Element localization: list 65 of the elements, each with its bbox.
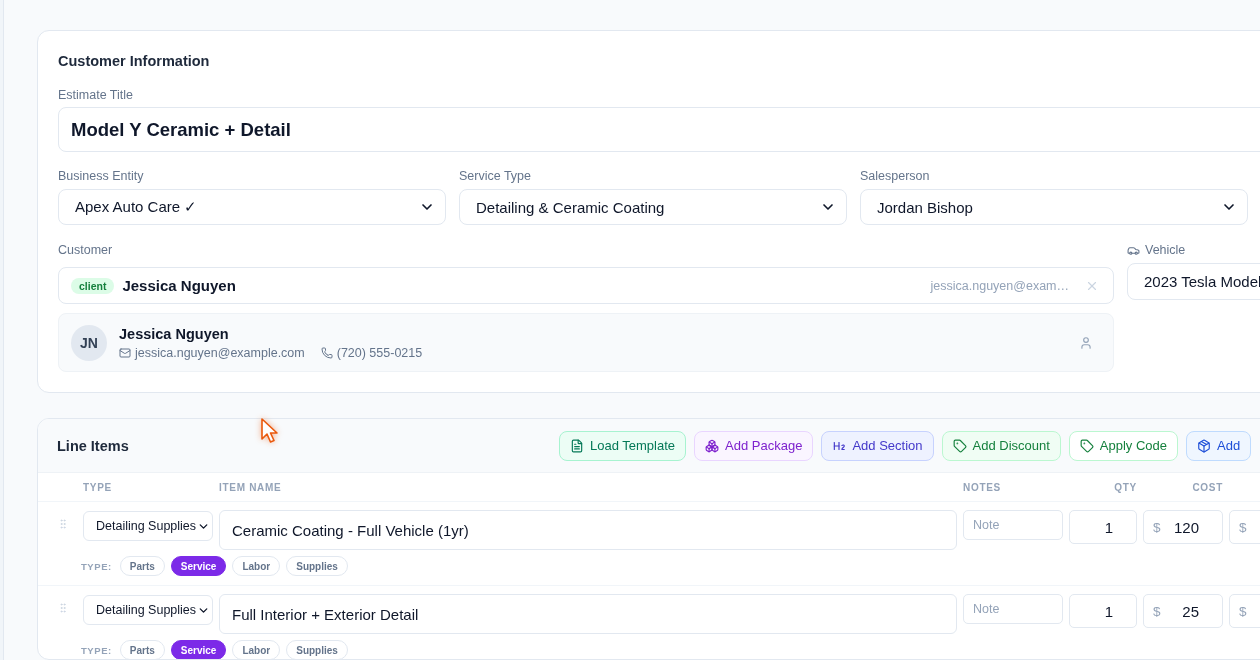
vehicle-field[interactable]: 2023 Tesla Model (1127, 263, 1260, 300)
drag-handle-icon[interactable] (57, 602, 69, 614)
select-value: Jordan Bishop (877, 198, 973, 216)
type-chip[interactable]: Labor (232, 640, 281, 659)
mail-icon (119, 346, 131, 359)
type-chip[interactable]: Parts (119, 556, 165, 576)
select-value: Detailing Supplies (96, 603, 197, 617)
contact-email: jessica.nguyen@example.com (135, 345, 305, 360)
item-name-field[interactable]: Ceramic Coating - Full Vehicle (1yr) (219, 510, 957, 550)
cube-icon (1197, 438, 1212, 453)
customer-email: jessica.nguyen@exam… (930, 278, 1069, 293)
user-icon[interactable] (1079, 335, 1093, 350)
field-label: Vehicle (1145, 243, 1186, 257)
section-title: Customer Information (58, 52, 211, 70)
category-select[interactable]: Detailing Supplies (83, 511, 213, 541)
type-label: TYPE: (81, 644, 112, 656)
type-chip[interactable]: Service (170, 556, 227, 576)
column-header: NOTES (963, 481, 1002, 493)
add-button[interactable]: Add (1186, 430, 1252, 461)
select-value: Detailing & Ceramic Coating (476, 198, 665, 216)
section-title: Line Items (57, 437, 130, 454)
qty-field[interactable]: 1 (1069, 510, 1137, 544)
field-label: Customer (58, 243, 113, 257)
type-chip[interactable]: Supplies (286, 640, 348, 659)
estimate-title-field[interactable]: Model Y Ceramic + Detail (58, 107, 1260, 152)
tag-icon (952, 438, 967, 453)
field-label: Estimate Title (58, 88, 134, 102)
select-value: Apex Auto Care ✓ (75, 198, 198, 216)
column-header: TYPE (83, 481, 113, 493)
column-header: QTY (1113, 481, 1137, 493)
field-label: Business Entity (58, 169, 144, 183)
cost-field[interactable]: $ 25 (1143, 594, 1223, 628)
type-chip[interactable]: Service (170, 640, 227, 659)
column-header: COST (1191, 481, 1223, 493)
select-value: Detailing Supplies (96, 519, 197, 533)
add-package-button[interactable]: Add Package (694, 430, 814, 461)
field-label: Salesperson (860, 169, 930, 183)
add-discount-button[interactable]: Add Discount (941, 430, 1061, 461)
tag-icon (1079, 438, 1094, 453)
item-name-field[interactable]: Full Interior + Exterior Detail (219, 594, 957, 634)
customer-field[interactable]: client Jessica Nguyen jessica.nguyen@exam… (58, 267, 1114, 304)
select-field[interactable]: Jordan Bishop (860, 189, 1248, 225)
column-header: ITEM NAME (219, 481, 283, 493)
type-chip[interactable]: Labor (232, 556, 281, 576)
select-field[interactable]: Apex Auto Care ✓ (58, 189, 446, 225)
qty-field[interactable]: 1 (1069, 594, 1137, 628)
category-select[interactable]: Detailing Supplies (83, 595, 213, 625)
cost-field[interactable]: $ 120 (1143, 510, 1223, 544)
type-label: TYPE: (81, 560, 112, 572)
select-field[interactable]: Detailing & Ceramic Coating (459, 189, 847, 225)
document-icon (570, 438, 584, 453)
apply-code-button[interactable]: Apply Code (1068, 430, 1179, 461)
type-chip[interactable]: Supplies (286, 556, 348, 576)
avatar-initials: JN (71, 324, 107, 361)
field-label: Service Type (459, 169, 532, 183)
drag-handle-icon[interactable] (57, 518, 69, 530)
load-template-button[interactable]: Load Template (559, 430, 687, 461)
contact-phone: (720) 555-0215 (336, 345, 423, 360)
phone-icon (320, 346, 333, 359)
contact-name: Jessica Nguyen (119, 325, 230, 342)
client-badge: client (71, 277, 115, 294)
boxes-icon (705, 438, 720, 453)
add-section-button[interactable]: Add Section (821, 430, 934, 461)
customer-name: Jessica Nguyen (122, 277, 237, 294)
type-chip[interactable]: Parts (119, 640, 165, 659)
